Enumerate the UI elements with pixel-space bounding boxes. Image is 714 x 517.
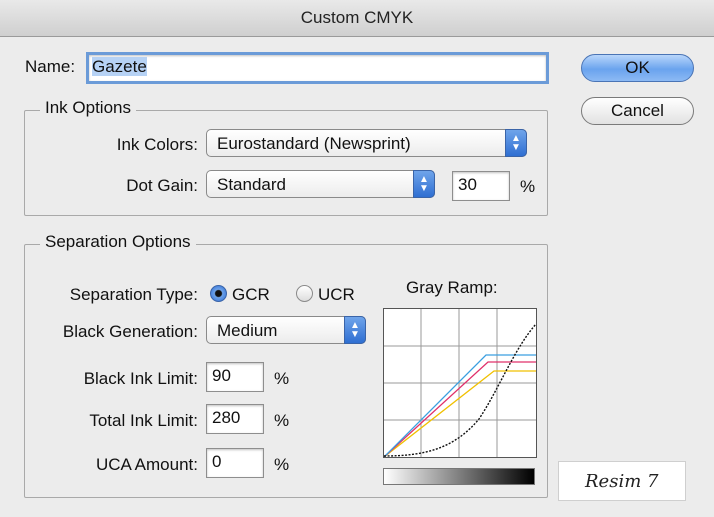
ink-colors-select[interactable]: Eurostandard (Newsprint) ▲ ▼ [206, 129, 527, 157]
black-generation-value: Medium [217, 321, 278, 340]
uca-amount-label: UCA Amount: [95, 455, 198, 474]
popup-arrows-icon: ▲ ▼ [505, 129, 527, 157]
cancel-button[interactable]: Cancel [581, 97, 694, 125]
black-ink-limit-input[interactable]: 90 [206, 362, 264, 392]
ok-button[interactable]: OK [581, 54, 694, 82]
figure-caption-box: Resim 7 [558, 461, 686, 501]
black-generation-select[interactable]: Medium ▲ ▼ [206, 316, 366, 344]
gray-ramp-graph [383, 308, 537, 458]
gray-ramp-label: Gray Ramp: [406, 278, 498, 297]
title-bar[interactable]: Custom CMYK [0, 0, 714, 37]
total-ink-limit-input[interactable]: 280 [206, 404, 264, 434]
total-ink-limit-percent: % [274, 411, 290, 430]
dot-gain-amount-input[interactable]: 30 [452, 171, 510, 201]
magenta-curve [383, 361, 536, 458]
black-generation-label: Black Generation: [62, 322, 198, 341]
ucr-radio[interactable] [296, 285, 313, 302]
separation-options-legend: Separation Options [40, 232, 196, 252]
black-ink-limit-label: Black Ink Limit: [83, 369, 198, 388]
gcr-radio[interactable] [210, 285, 227, 302]
gray-ramp-svg [383, 309, 537, 458]
ink-colors-label: Ink Colors: [116, 135, 198, 154]
dot-gain-value: Standard [217, 175, 286, 194]
total-ink-limit-label: Total Ink Limit: [89, 411, 198, 430]
yellow-curve [383, 370, 536, 458]
uca-amount-input[interactable]: 0 [206, 448, 264, 478]
ink-colors-value: Eurostandard (Newsprint) [217, 134, 411, 153]
uca-amount-percent: % [274, 455, 290, 474]
popup-arrows-icon: ▲ ▼ [413, 170, 435, 198]
popup-arrows-icon: ▲ ▼ [344, 316, 366, 344]
gcr-label: GCR [232, 285, 270, 304]
cyan-curve [383, 354, 536, 458]
gray-ramp-gradient-bar [383, 468, 535, 485]
name-label: Name: [25, 57, 76, 76]
separation-type-label: Separation Type: [69, 285, 198, 304]
ink-options-legend: Ink Options [40, 98, 136, 118]
name-input[interactable]: Gazete [86, 52, 549, 84]
dot-gain-label: Dot Gain: [126, 176, 198, 195]
window-title: Custom CMYK [300, 8, 414, 27]
custom-cmyk-dialog: Custom CMYK Name: Gazete OK Cancel Ink O… [0, 0, 714, 517]
ucr-label: UCR [318, 285, 355, 304]
name-value: Gazete [92, 57, 147, 76]
dot-gain-select[interactable]: Standard ▲ ▼ [206, 170, 435, 198]
dot-gain-percent: % [520, 177, 536, 196]
black-ink-limit-percent: % [274, 369, 290, 388]
figure-caption: Resim 7 [585, 471, 659, 492]
